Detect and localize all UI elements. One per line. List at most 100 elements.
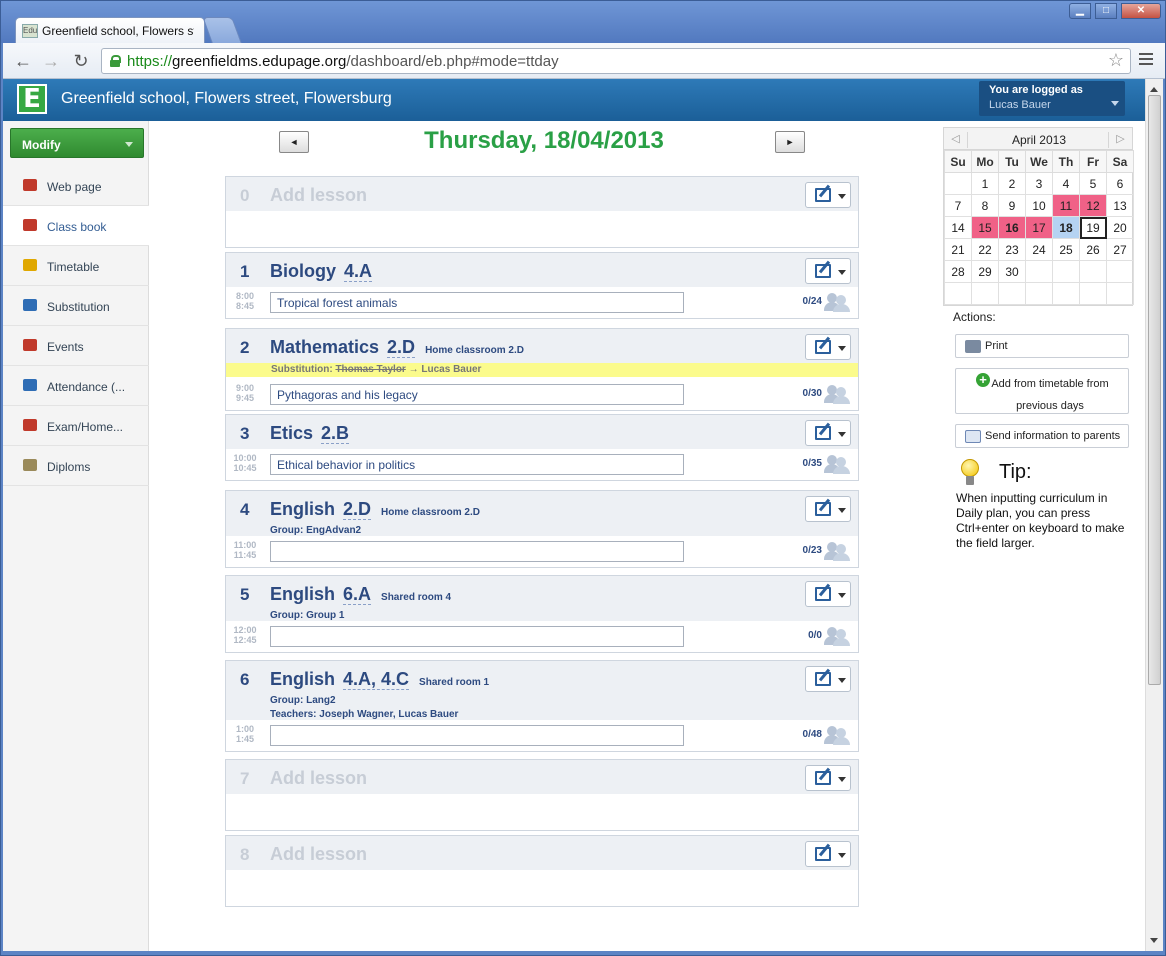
calendar-day[interactable]: 16 [998,216,1026,239]
calendar-day[interactable]: 9 [998,194,1026,217]
class-name[interactable]: 6.A [343,584,372,605]
calendar-day[interactable]: 22 [971,238,999,261]
scroll-up-icon[interactable] [1150,83,1158,92]
edit-lesson-button[interactable] [805,765,851,791]
calendar-day[interactable]: 23 [998,238,1026,261]
lesson-subject[interactable]: English 4.A, 4.C Shared room 1 [270,669,489,690]
maximize-button[interactable]: □ [1095,3,1117,19]
calendar-day[interactable]: 21 [944,238,972,261]
sidebar-item[interactable]: Web page [3,166,149,206]
calendar-day[interactable]: 28 [944,260,972,283]
lesson-subject[interactable]: Add lesson [270,185,367,206]
time-end: 9:45 [235,393,254,403]
lesson-subject[interactable]: English 2.D Home classroom 2.D [270,499,480,520]
calendar-day[interactable]: 20 [1106,216,1134,239]
calendar-day[interactable]: 25 [1052,238,1080,261]
print-button[interactable]: Print [955,334,1129,358]
lesson-subject[interactable]: English 6.A Shared room 4 [270,584,451,605]
new-tab-button[interactable] [202,17,242,43]
class-name[interactable]: 4.A [344,261,373,282]
close-window-button[interactable]: ✕ [1121,3,1161,19]
students-icon[interactable] [824,625,850,647]
address-bar[interactable]: https://greenfieldms.edupage.org/dashboa… [101,48,1131,74]
edit-lesson-button[interactable] [805,420,851,446]
calendar-day[interactable]: 15 [971,216,999,239]
previous-day-button[interactable]: ◄ [279,131,309,153]
calendar-day[interactable]: 27 [1106,238,1134,261]
sidebar-item[interactable]: Class book [3,206,149,246]
edit-lesson-button[interactable] [805,334,851,360]
sidebar-item[interactable]: Exam/Home... [3,406,149,446]
edit-lesson-button[interactable] [805,182,851,208]
calendar-day[interactable]: 6 [1106,172,1134,195]
calendar-day[interactable]: 26 [1079,238,1107,261]
lesson-subject[interactable]: Etics 2.B [270,423,350,444]
reload-icon[interactable]: ↻ [71,51,91,71]
calendar-day[interactable]: 24 [1025,238,1053,261]
sidebar-item[interactable]: Timetable [3,246,149,286]
calendar-day[interactable]: 2 [998,172,1026,195]
calendar-day[interactable]: 14 [944,216,972,239]
browser-menu-icon[interactable] [1139,53,1153,67]
students-icon[interactable] [824,453,850,475]
edupage-logo-icon[interactable]: E [17,84,47,114]
students-icon[interactable] [824,540,850,562]
topic-input[interactable] [270,541,684,562]
edit-lesson-button[interactable] [805,258,851,284]
calendar-day[interactable]: 30 [998,260,1026,283]
lesson-subject[interactable]: Add lesson [270,844,367,865]
minimize-button[interactable]: ▁ [1069,3,1091,19]
edit-lesson-button[interactable] [805,841,851,867]
calendar-day[interactable]: 1 [971,172,999,195]
calendar-day[interactable]: 12 [1079,194,1107,217]
edit-lesson-button[interactable] [805,666,851,692]
back-arrow-icon[interactable]: ← [13,51,33,71]
calendar-day[interactable]: 11 [1052,194,1080,217]
topic-input[interactable]: Pythagoras and his legacy [270,384,684,405]
user-menu[interactable]: You are logged as Lucas Bauer [979,81,1125,116]
topic-input[interactable] [270,725,684,746]
lesson-subject[interactable]: Biology 4.A [270,261,373,282]
add-from-timetable-label: Add from timetable from previous days [991,378,1109,412]
calendar-day[interactable]: 3 [1025,172,1053,195]
calendar-day[interactable]: 7 [944,194,972,217]
lesson-subject[interactable]: Add lesson [270,768,367,789]
class-name[interactable]: 4.A, 4.C [343,669,410,690]
next-month-icon[interactable]: ▷ [1108,132,1132,148]
bookmark-star-icon[interactable]: ☆ [1108,50,1124,71]
next-day-button[interactable]: ► [775,131,805,153]
sidebar-item[interactable]: Substitution [3,286,149,326]
topic-input[interactable]: Tropical forest animals [270,292,684,313]
vertical-scrollbar[interactable] [1145,79,1163,951]
scroll-down-icon[interactable] [1150,938,1158,947]
calendar-day[interactable]: 29 [971,260,999,283]
send-info-button[interactable]: Send information to parents [955,424,1129,448]
sidebar-item[interactable]: Attendance (... [3,366,149,406]
calendar-day[interactable]: 10 [1025,194,1053,217]
class-name[interactable]: 2.D [343,499,372,520]
add-from-timetable-button[interactable]: + Add from timetable from previous days [955,368,1129,414]
students-icon[interactable] [824,291,850,313]
sidebar-item[interactable]: Diploms [3,446,149,486]
edit-lesson-button[interactable] [805,496,851,522]
browser-tab-active[interactable]: Edu Greenfield school, Flowers st [15,17,205,43]
calendar-day[interactable]: 5 [1079,172,1107,195]
class-name[interactable]: 2.D [387,337,416,358]
calendar-day[interactable]: 4 [1052,172,1080,195]
scroll-thumb[interactable] [1148,95,1161,685]
topic-input[interactable] [270,626,684,647]
class-name[interactable]: 2.B [321,423,350,444]
forward-arrow-icon[interactable]: → [41,51,61,71]
students-icon[interactable] [824,724,850,746]
calendar-day[interactable]: 19 [1079,216,1107,239]
calendar-day[interactable]: 8 [971,194,999,217]
topic-input[interactable]: Ethical behavior in politics [270,454,684,475]
calendar-day[interactable]: 13 [1106,194,1134,217]
lesson-subject[interactable]: Mathematics 2.D Home classroom 2.D [270,337,524,358]
calendar-day[interactable]: 18 [1052,216,1080,239]
edit-lesson-button[interactable] [805,581,851,607]
students-icon[interactable] [824,383,850,405]
calendar-day[interactable]: 17 [1025,216,1053,239]
sidebar-item[interactable]: Events [3,326,149,366]
modify-button[interactable]: Modify [10,128,144,158]
